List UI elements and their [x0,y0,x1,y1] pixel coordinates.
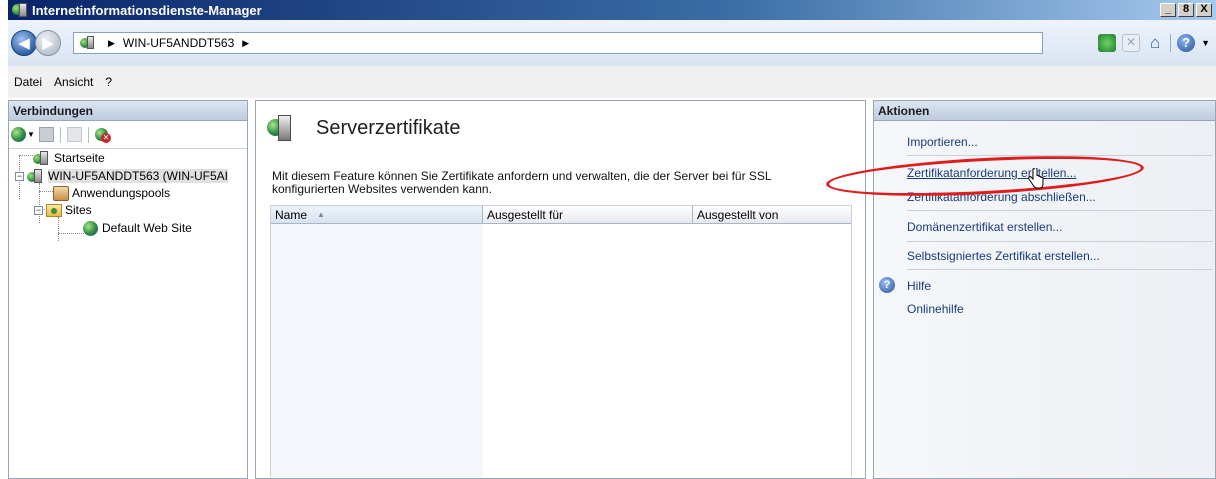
server-certificates-icon [267,115,293,143]
home-icon[interactable]: ⌂ [1146,34,1164,52]
connections-panel: Verbindungen ▼ ✕ Startseite − WIN-UF5AND… [8,100,248,479]
feature-panel: Serverzertifikate Mit diesem Feature kön… [255,100,866,479]
forward-button[interactable]: ▶ [35,30,61,56]
breadcrumb-server[interactable]: WIN-UF5ANDDT563 [123,36,234,50]
sites-folder-icon [46,203,62,217]
window-controls: _ 8 X [1160,3,1212,17]
refresh-icon[interactable] [1098,34,1117,52]
start-page-icon [33,150,51,166]
address-bar: ◀ ▶ ▶ WIN-UF5ANDDT563 ▶ ✕ ⌂ ? ▼ [8,20,1216,66]
toolbar-separator [59,126,61,143]
address-field[interactable]: ▶ WIN-UF5ANDDT563 ▶ [73,32,1043,54]
action-import[interactable]: Importieren... [907,135,978,149]
divider [907,210,1213,211]
sort-ascending-icon: ▲ [317,210,325,219]
connect-globe-icon[interactable] [11,127,26,142]
divider [907,241,1213,242]
chevron-down-icon[interactable]: ▼ [27,130,35,139]
actions-header: Aktionen [874,101,1215,121]
close-button[interactable]: X [1196,3,1212,17]
iis-app-icon [12,2,28,18]
column-header-issued-by[interactable]: Ausgestellt von [693,206,851,223]
stop-icon[interactable]: ✕ [1122,34,1141,52]
title-bar: Internetinformationsdienste-Manager _ 8 … [8,0,1216,20]
tree-item-default-site[interactable]: Default Web Site [83,219,192,237]
maximize-button[interactable]: 8 [1178,3,1194,17]
sorted-column-background [271,224,483,477]
connections-header: Verbindungen [9,101,247,121]
app-pool-icon [53,185,69,201]
disconnect-icon[interactable]: ✕ [94,127,111,143]
breadcrumb-separator-icon: ▶ [108,37,115,48]
collapse-icon[interactable]: − [34,205,43,215]
menu-help[interactable]: ? [105,75,112,89]
tree-item-app-pools[interactable]: Anwendungspools [53,184,170,202]
hand-cursor-icon [1028,168,1044,189]
column-header-name[interactable]: Name ▲ [271,206,483,223]
page-title: Serverzertifikate [316,117,461,139]
table-header: Name ▲ Ausgestellt für Ausgestellt von [271,205,851,224]
back-button[interactable]: ◀ [11,30,37,56]
action-create-self-signed-certificate[interactable]: Selbstsigniertes Zertifikat erstellen... [907,249,1100,263]
certificates-table: Name ▲ Ausgestellt für Ausgestellt von [270,205,852,477]
column-header-issued-to[interactable]: Ausgestellt für [483,206,693,223]
action-help[interactable]: Hilfe [907,279,931,293]
window-title: Internetinformationsdienste-Manager [32,2,262,18]
tree-item-server[interactable]: − WIN-UF5ANDDT563 (WIN-UF5AI [15,167,229,185]
collapse-icon[interactable]: − [15,171,24,181]
menu-ansicht[interactable]: Ansicht [54,75,93,89]
up-level-icon[interactable] [66,127,82,142]
toolbar-icons: ✕ ⌂ ? ▼ [1098,34,1210,52]
server-icon [27,168,45,184]
breadcrumb-separator-icon[interactable]: ▶ [242,38,249,49]
server-icon [80,36,96,50]
tree-item-startseite[interactable]: Startseite [33,149,105,167]
chevron-down-icon[interactable]: ▼ [1201,38,1210,48]
help-icon[interactable]: ? [879,277,895,293]
website-globe-icon [83,220,98,236]
toolbar-separator [87,126,89,143]
action-create-domain-certificate[interactable]: Domänenzertifikat erstellen... [907,220,1062,234]
menu-bar: Datei Ansicht ? [8,66,1216,98]
tree-item-sites[interactable]: − Sites [34,201,92,219]
page-description: Mit diesem Feature können Sie Zertifikat… [272,169,772,196]
menu-datei[interactable]: Datei [14,75,42,89]
connections-toolbar: ▼ ✕ [9,121,247,149]
divider [907,269,1213,270]
minimize-button[interactable]: _ [1160,3,1176,17]
toolbar-separator [1170,34,1172,52]
save-icon[interactable] [38,127,54,142]
help-icon[interactable]: ? [1177,34,1196,52]
action-online-help[interactable]: Onlinehilfe [907,302,964,316]
